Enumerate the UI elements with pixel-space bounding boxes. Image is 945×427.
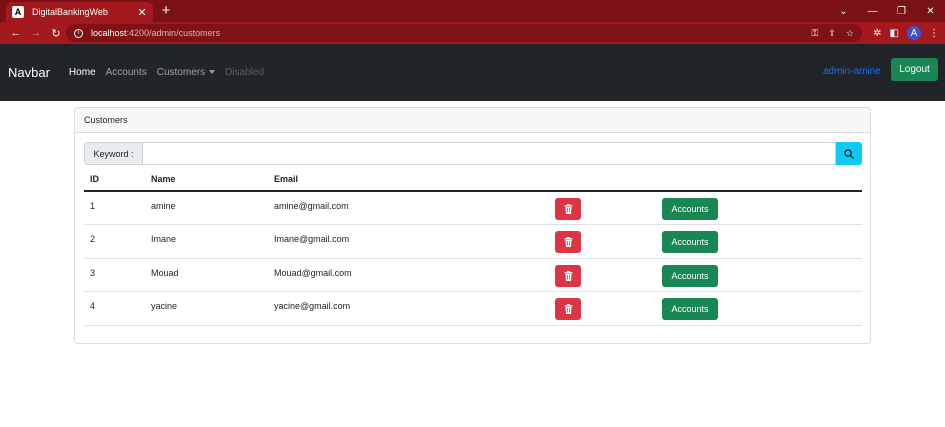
nav-links: Home Accounts Customers Disabled [65, 67, 270, 78]
browser-tab-strip: A DigitalBankingWeb ✕ + ⌄ — ❐ ✕ [0, 0, 945, 22]
info-icon[interactable]: i [74, 28, 83, 38]
back-icon[interactable]: ← [6, 27, 26, 39]
reload-icon[interactable]: ↻ [46, 27, 66, 40]
cell-id: 1 [84, 191, 145, 225]
accounts-button[interactable]: Accounts [662, 198, 718, 220]
column-header-email: Email [268, 168, 555, 192]
table-row: 3 Mouad Mouad@gmail.com Accounts [84, 258, 862, 292]
cell-id: 4 [84, 291, 145, 326]
new-tab-icon[interactable]: + [159, 2, 173, 20]
tab-title: DigitalBankingWeb [32, 7, 108, 17]
avatar[interactable]: A [907, 26, 921, 40]
caret-down-icon [209, 70, 216, 75]
url-text: localhost:4200/admin/customers [91, 28, 221, 38]
sidepanel-icon[interactable]: ◧ [890, 28, 899, 39]
cell-id: 2 [84, 224, 145, 259]
table-row: 2 Imane Imane@gmail.com Accounts [84, 224, 862, 259]
customers-card: Customers Keyword : ID Name Email 1 amin… [74, 107, 871, 344]
cell-name: yacine [145, 291, 268, 326]
cell-id: 3 [84, 258, 145, 292]
search-form: Keyword : [84, 142, 862, 165]
card-header: Customers [75, 108, 870, 133]
trash-icon [564, 304, 572, 314]
window-controls: ⌄ — ❐ ✕ [829, 0, 945, 22]
restore-icon[interactable]: ❐ [887, 6, 916, 17]
address-bar[interactable]: i localhost:4200/admin/customers ⚿ ⇪ ☆ [66, 24, 862, 42]
cell-email: amine@gmail.com [268, 191, 555, 225]
delete-button[interactable] [555, 264, 581, 287]
app-navbar: Navbar Home Accounts Customers Disabled … [0, 44, 945, 101]
cell-email: Mouad@gmail.com [268, 258, 555, 292]
extensions-icon[interactable]: ✲ [873, 28, 881, 39]
table-row: 1 amine amine@gmail.com Accounts [84, 191, 862, 225]
user-link[interactable]: admin-amine [823, 66, 881, 77]
accounts-button[interactable]: Accounts [662, 298, 718, 320]
cell-name: amine [145, 191, 268, 225]
cell-name: Imane [145, 224, 268, 259]
angular-icon: A [12, 6, 24, 18]
cell-email: yacine@gmail.com [268, 291, 555, 326]
trash-icon [564, 237, 572, 247]
customers-table: ID Name Email 1 amine amine@gmail.com Ac… [84, 168, 862, 326]
accounts-button[interactable]: Accounts [662, 231, 718, 253]
navbar-brand[interactable]: Navbar [8, 65, 50, 80]
search-button[interactable] [836, 142, 862, 165]
column-header-name: Name [145, 168, 268, 192]
delete-button[interactable] [555, 231, 581, 253]
trash-icon [564, 204, 572, 214]
accounts-button[interactable]: Accounts [662, 264, 718, 287]
keyword-label: Keyword : [84, 142, 143, 165]
forward-icon[interactable]: → [26, 27, 46, 39]
nav-item-home[interactable]: Home [65, 67, 100, 78]
keyword-input[interactable] [143, 142, 836, 165]
star-icon[interactable]: ☆ [846, 28, 854, 39]
nav-item-disabled: Disabled [225, 67, 265, 78]
table-row: 4 yacine yacine@gmail.com Accounts [84, 291, 862, 326]
chevron-down-icon[interactable]: ⌄ [829, 6, 858, 17]
nav-item-customers[interactable]: Customers [153, 67, 219, 78]
delete-button[interactable] [555, 298, 581, 320]
table-header-row: ID Name Email [84, 168, 862, 192]
search-icon [844, 148, 854, 159]
column-header-accounts [662, 168, 862, 192]
close-icon[interactable]: ✕ [135, 6, 149, 19]
browser-tab[interactable]: A DigitalBankingWeb ✕ [6, 2, 153, 22]
share-icon[interactable]: ⇪ [828, 28, 836, 39]
column-header-id: ID [84, 168, 145, 192]
browser-toolbar: ← → ↻ i localhost:4200/admin/customers ⚿… [0, 22, 945, 44]
cell-name: Mouad [145, 258, 268, 292]
delete-button[interactable] [555, 198, 581, 220]
nav-item-accounts[interactable]: Accounts [102, 67, 151, 78]
trash-icon [564, 270, 572, 281]
logout-button[interactable]: Logout [891, 58, 938, 81]
cell-email: Imane@gmail.com [268, 224, 555, 259]
key-icon[interactable]: ⚿ [812, 28, 819, 39]
close-window-icon[interactable]: ✕ [916, 6, 945, 17]
menu-icon[interactable]: ⋮ [929, 28, 939, 39]
minimize-icon[interactable]: — [858, 6, 887, 17]
column-header-delete [555, 168, 662, 192]
